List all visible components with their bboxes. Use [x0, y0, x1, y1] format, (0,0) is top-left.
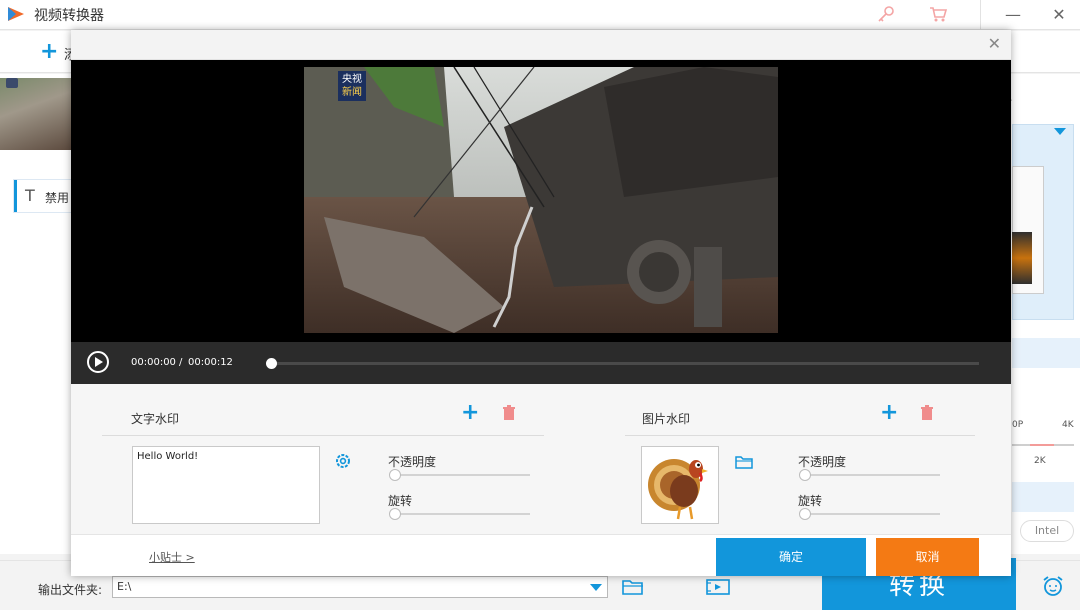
output-folder-label: 输出文件夹:: [38, 583, 103, 597]
seek-handle[interactable]: [266, 358, 277, 369]
text-rotate-label: 旋转: [388, 494, 413, 508]
text-watermark-divider: [102, 435, 544, 436]
film-strip-icon: [1012, 232, 1032, 284]
tips-link[interactable]: 小贴士 >: [149, 549, 195, 565]
close-icon[interactable]: ✕: [1046, 3, 1072, 27]
text-opacity-handle[interactable]: [389, 469, 401, 481]
disable-tab-label: 禁用: [45, 191, 70, 205]
image-rotate-slider[interactable]: [800, 513, 940, 515]
watermark-disable-tab[interactable]: T 禁用: [14, 180, 72, 212]
res-min-label: 0P: [1012, 420, 1024, 430]
video-frame: 央视 新闻: [304, 67, 778, 333]
watermark-text-input[interactable]: Hello World!: [132, 446, 320, 524]
image-opacity-label: 不透明度: [798, 455, 847, 469]
add-image-watermark-plus-icon[interactable]: +: [880, 402, 898, 424]
video-thumbnail[interactable]: [0, 78, 72, 150]
image-watermark-title: 图片水印: [642, 412, 691, 426]
text-opacity-label: 不透明度: [388, 455, 437, 469]
channel-logo-line2: 新闻: [342, 87, 362, 98]
res-value-label: 2K: [1034, 456, 1046, 466]
key-icon[interactable]: [876, 4, 896, 24]
video-folder-icon[interactable]: [706, 578, 730, 596]
text-rotate-handle[interactable]: [389, 508, 401, 520]
cancel-button[interactable]: 取消: [876, 538, 979, 576]
open-folder-icon[interactable]: [622, 578, 644, 596]
video-preview-area: 央视 新闻: [71, 60, 1011, 342]
play-icon[interactable]: [87, 351, 109, 373]
app-logo-icon: [8, 7, 24, 21]
chevron-down-icon[interactable]: [1054, 128, 1066, 135]
video-scene: [304, 67, 778, 333]
add-file-plus-icon[interactable]: +: [40, 39, 58, 64]
intel-badge[interactable]: Intel: [1020, 520, 1074, 542]
player-controls: 00:00:00 / 00:00:12: [71, 342, 1011, 384]
app-title: 视频转换器: [34, 8, 104, 24]
minimize-icon[interactable]: —: [1000, 3, 1026, 27]
turkey-image: [648, 459, 708, 520]
confirm-button[interactable]: 确定: [716, 538, 866, 576]
total-time: 00:00:12: [188, 357, 233, 368]
dialog-footer: [71, 534, 1011, 576]
dialog-close-icon[interactable]: ✕: [988, 35, 1001, 53]
cart-icon[interactable]: [928, 4, 948, 24]
text-t-icon: T: [25, 186, 35, 205]
titlebar-separator: [980, 0, 981, 30]
grid-badge-icon: [6, 78, 18, 88]
file-list-panel: T 禁用: [0, 74, 72, 554]
seek-bar[interactable]: [271, 362, 979, 365]
image-watermark-divider: [625, 435, 975, 436]
image-rotate-label: 旋转: [798, 494, 823, 508]
image-rotate-handle[interactable]: [799, 508, 811, 520]
channel-logo: 央视 新闻: [338, 71, 366, 101]
text-opacity-slider[interactable]: [390, 474, 530, 476]
add-text-watermark-plus-icon[interactable]: +: [461, 402, 479, 424]
text-style-gear-icon[interactable]: [335, 453, 351, 469]
side-option-bar[interactable]: [1012, 338, 1080, 368]
delete-text-watermark-trash-icon[interactable]: [502, 405, 516, 421]
text-watermark-title: 文字水印: [131, 412, 180, 426]
delete-image-watermark-trash-icon[interactable]: [920, 405, 934, 421]
resolution-slider-fill: [1030, 444, 1054, 446]
side-option-bar-2[interactable]: [1012, 482, 1074, 512]
current-time: 00:00:00: [131, 357, 176, 368]
channel-logo-line1: 央视: [342, 74, 362, 85]
output-folder-field[interactable]: E:\: [112, 576, 608, 598]
main-titlebar: 视频转换器 — ✕: [0, 0, 1080, 30]
time-separator: /: [179, 357, 183, 368]
choose-image-folder-icon[interactable]: [735, 455, 753, 469]
res-max-label: 4K: [1062, 420, 1074, 430]
alarm-clock-icon[interactable]: [1040, 574, 1066, 598]
image-opacity-handle[interactable]: [799, 469, 811, 481]
output-folder-dropdown-icon[interactable]: [590, 584, 602, 591]
image-opacity-slider[interactable]: [800, 474, 940, 476]
text-rotate-slider[interactable]: [390, 513, 530, 515]
watermark-image-preview[interactable]: [641, 446, 719, 524]
dialog-header: ✕: [71, 30, 1011, 60]
